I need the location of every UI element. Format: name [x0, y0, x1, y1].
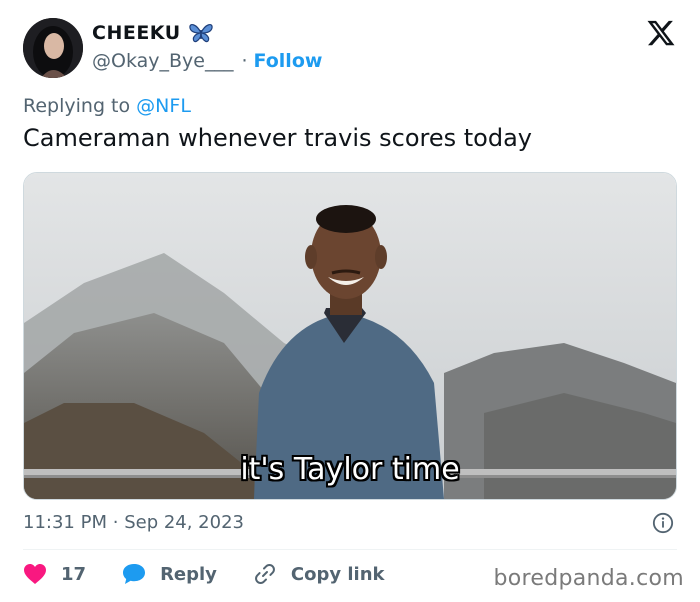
copy-link-label: Copy link — [290, 563, 385, 585]
date-separator: · — [112, 512, 119, 533]
meme-image — [24, 173, 676, 499]
media-caption: it's Taylor time — [240, 452, 460, 487]
butterfly-emoji-icon — [189, 23, 213, 43]
tweet-timestamp[interactable]: 11:31 PM · Sep 24, 2023 — [23, 512, 244, 533]
tweet-text: Cameraman whenever travis scores today — [23, 124, 533, 152]
copy-link-button[interactable]: Copy link — [253, 562, 385, 586]
action-bar: 17 Reply Copy link — [23, 562, 385, 586]
speech-bubble-icon — [123, 564, 146, 584]
x-logo-icon[interactable] — [646, 18, 676, 48]
author-handle[interactable]: @Okay_Bye___ — [92, 50, 233, 72]
handle-separator: · — [241, 50, 248, 72]
reply-label: Reply — [160, 563, 217, 585]
like-button[interactable]: 17 — [23, 563, 122, 585]
avatar[interactable] — [23, 18, 83, 78]
author-display-name[interactable]: CHEEKU — [92, 22, 181, 44]
divider — [23, 549, 677, 550]
replying-to-prefix: Replying to — [23, 95, 131, 117]
replying-to: Replying to @NFL — [23, 95, 191, 117]
like-count: 17 — [61, 563, 87, 585]
heart-icon — [24, 564, 46, 584]
tweet-time: 11:31 PM — [23, 512, 107, 533]
reply-button[interactable]: Reply — [122, 563, 253, 585]
tweet-media[interactable]: it's Taylor time — [23, 172, 677, 500]
replying-to-mention[interactable]: @NFL — [136, 95, 191, 117]
follow-button[interactable]: Follow — [254, 50, 323, 72]
info-icon[interactable] — [652, 512, 674, 534]
link-icon — [254, 563, 275, 585]
watermark: boredpanda.com — [493, 566, 684, 591]
tweet-date: Sep 24, 2023 — [124, 512, 244, 533]
